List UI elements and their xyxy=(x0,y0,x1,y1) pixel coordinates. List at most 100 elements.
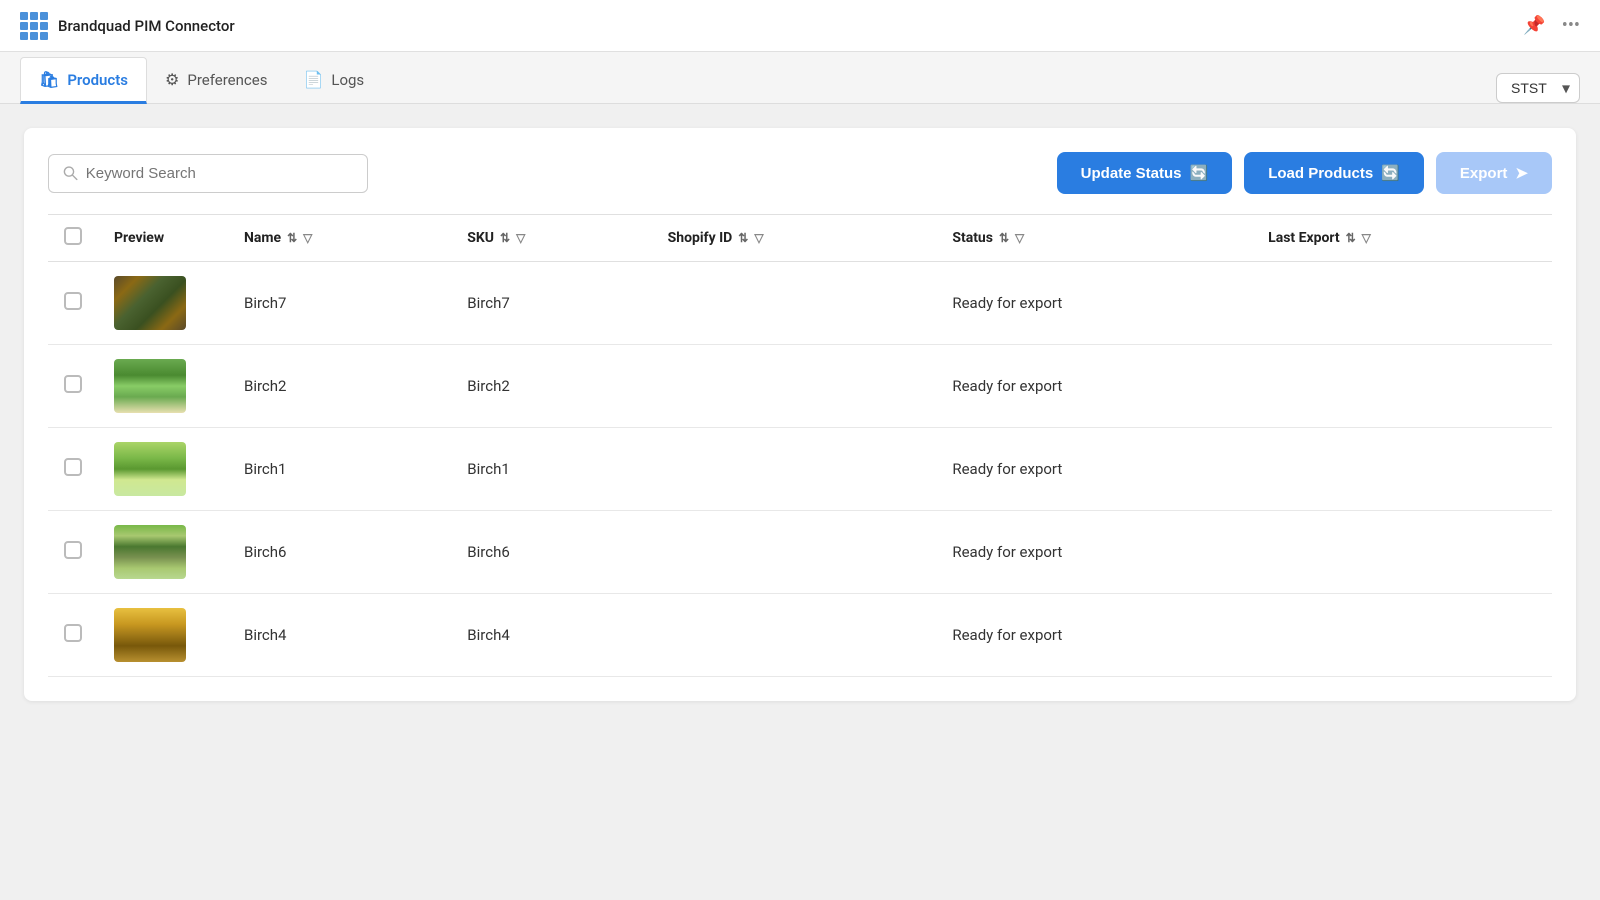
th-status-label: Status xyxy=(952,230,993,246)
th-shopify-id: Shopify ID ⇅ ▽ xyxy=(652,215,937,262)
logs-tab-icon: 📄 xyxy=(303,70,323,89)
topbar-left: Brandquad PIM Connector xyxy=(20,12,235,40)
row-name-cell: Birch4 xyxy=(228,594,451,677)
row-last-export-cell xyxy=(1252,345,1552,428)
name-sort-icon[interactable]: ⇅ xyxy=(287,231,297,245)
row-shopify-id-cell xyxy=(652,428,937,511)
row-sku-cell: Birch2 xyxy=(451,345,651,428)
product-preview-img xyxy=(114,442,186,496)
row-sku-cell: Birch1 xyxy=(451,428,651,511)
table-row: Birch2 Birch2 Ready for export xyxy=(48,345,1552,428)
select-all-checkbox[interactable] xyxy=(64,227,82,245)
topbar-right: 📌 ••• xyxy=(1523,15,1580,36)
row-shopify-id-cell xyxy=(652,511,937,594)
products-tab-label: Products xyxy=(67,71,128,89)
table-row: Birch4 Birch4 Ready for export xyxy=(48,594,1552,677)
search-box[interactable] xyxy=(48,154,368,193)
status-sort-icon[interactable]: ⇅ xyxy=(999,231,1009,245)
shopify-id-sort-icon[interactable]: ⇅ xyxy=(738,231,748,245)
load-products-icon: 🔄 xyxy=(1381,164,1400,182)
sku-filter-icon[interactable]: ▽ xyxy=(516,231,525,245)
th-status: Status ⇅ ▽ xyxy=(936,215,1252,262)
logs-tab-label: Logs xyxy=(331,71,364,89)
preferences-tab-icon: ⚙ xyxy=(165,70,179,89)
th-sku: SKU ⇅ ▽ xyxy=(451,215,651,262)
row-checkbox-cell xyxy=(48,511,98,594)
tab-logs[interactable]: 📄 Logs xyxy=(285,58,382,104)
load-products-button[interactable]: Load Products 🔄 xyxy=(1244,152,1424,194)
topbar: Brandquad PIM Connector 📌 ••• xyxy=(0,0,1600,52)
row-checkbox-cell xyxy=(48,428,98,511)
row-last-export-cell xyxy=(1252,511,1552,594)
th-shopify-id-label: Shopify ID xyxy=(668,230,733,246)
th-preview-label: Preview xyxy=(114,230,164,246)
export-button[interactable]: Export ➤ xyxy=(1436,152,1552,194)
row-checkbox-4[interactable] xyxy=(64,624,82,642)
row-name-cell: Birch1 xyxy=(228,428,451,511)
row-sku-cell: Birch4 xyxy=(451,594,651,677)
preferences-tab-label: Preferences xyxy=(187,71,267,89)
row-preview-cell xyxy=(98,428,228,511)
row-checkbox-cell xyxy=(48,345,98,428)
shopify-id-filter-icon[interactable]: ▽ xyxy=(754,231,763,245)
row-status-cell: Ready for export xyxy=(936,428,1252,511)
products-tab-icon: 🛍 xyxy=(39,70,59,89)
products-toolbar: Update Status 🔄 Load Products 🔄 Export ➤ xyxy=(48,152,1552,194)
row-checkbox-3[interactable] xyxy=(64,541,82,559)
toolbar-buttons: Update Status 🔄 Load Products 🔄 Export ➤ xyxy=(1057,152,1552,194)
table-header-row: Preview Name ⇅ ▽ SKU ⇅ ▽ xyxy=(48,215,1552,262)
update-status-icon: 🔄 xyxy=(1190,164,1209,182)
row-name-cell: Birch2 xyxy=(228,345,451,428)
row-name-cell: Birch7 xyxy=(228,262,451,345)
table-row: Birch6 Birch6 Ready for export xyxy=(48,511,1552,594)
th-last-export: Last Export ⇅ ▽ xyxy=(1252,215,1552,262)
row-status-cell: Ready for export xyxy=(936,262,1252,345)
product-preview-img xyxy=(114,276,186,330)
export-icon: ➤ xyxy=(1515,164,1528,182)
row-checkbox-2[interactable] xyxy=(64,458,82,476)
tab-products[interactable]: 🛍 Products xyxy=(20,57,147,104)
store-dropdown[interactable]: STST Other xyxy=(1496,73,1580,103)
product-preview-img xyxy=(114,525,186,579)
row-checkbox-1[interactable] xyxy=(64,375,82,393)
row-preview-cell xyxy=(98,511,228,594)
row-checkbox-cell xyxy=(48,594,98,677)
main-content: Update Status 🔄 Load Products 🔄 Export ➤ xyxy=(0,104,1600,725)
more-options-icon[interactable]: ••• xyxy=(1562,15,1580,36)
row-sku-cell: Birch6 xyxy=(451,511,651,594)
th-name-label: Name xyxy=(244,230,281,246)
row-preview-cell xyxy=(98,594,228,677)
name-filter-icon[interactable]: ▽ xyxy=(303,231,312,245)
row-preview-cell xyxy=(98,262,228,345)
update-status-button[interactable]: Update Status 🔄 xyxy=(1057,152,1233,194)
sku-sort-icon[interactable]: ⇅ xyxy=(500,231,510,245)
app-title: Brandquad PIM Connector xyxy=(58,17,235,35)
row-last-export-cell xyxy=(1252,428,1552,511)
row-preview-cell xyxy=(98,345,228,428)
pin-icon[interactable]: 📌 xyxy=(1523,15,1545,36)
tab-nav: 🛍 Products ⚙ Preferences 📄 Logs STST Oth… xyxy=(0,52,1600,104)
row-shopify-id-cell xyxy=(652,345,937,428)
product-preview-img xyxy=(114,608,186,662)
search-input[interactable] xyxy=(86,165,353,182)
last-export-filter-icon[interactable]: ▽ xyxy=(1362,231,1371,245)
table-row: Birch1 Birch1 Ready for export xyxy=(48,428,1552,511)
th-name: Name ⇅ ▽ xyxy=(228,215,451,262)
row-sku-cell: Birch7 xyxy=(451,262,651,345)
export-label: Export xyxy=(1460,165,1508,182)
table-row: Birch7 Birch7 Ready for export xyxy=(48,262,1552,345)
tab-preferences[interactable]: ⚙ Preferences xyxy=(147,58,285,104)
app-grid-icon[interactable] xyxy=(20,12,48,40)
row-status-cell: Ready for export xyxy=(936,511,1252,594)
row-last-export-cell xyxy=(1252,262,1552,345)
status-filter-icon[interactable]: ▽ xyxy=(1015,231,1024,245)
th-last-export-label: Last Export xyxy=(1268,230,1339,246)
tab-nav-right: STST Other xyxy=(1496,73,1580,103)
row-checkbox-0[interactable] xyxy=(64,292,82,310)
select-all-col xyxy=(48,215,98,262)
store-dropdown-wrapper[interactable]: STST Other xyxy=(1496,73,1580,103)
row-shopify-id-cell xyxy=(652,594,937,677)
last-export-sort-icon[interactable]: ⇅ xyxy=(1346,231,1356,245)
products-table: Preview Name ⇅ ▽ SKU ⇅ ▽ xyxy=(48,214,1552,677)
row-shopify-id-cell xyxy=(652,262,937,345)
